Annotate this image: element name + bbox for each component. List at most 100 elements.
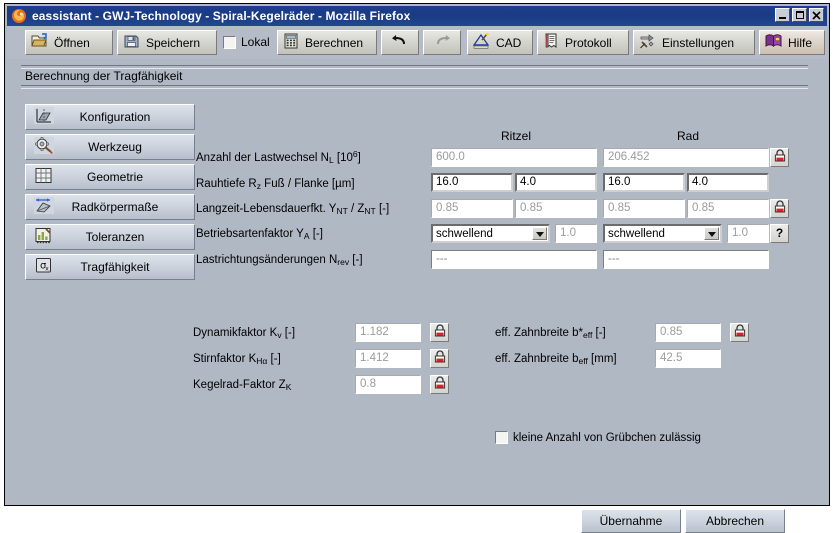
calculator-icon	[283, 33, 299, 52]
field-rauhtiefe-wheel-flanke[interactable]: 4.0	[687, 173, 769, 192]
gear-tool-icon	[34, 137, 54, 157]
sidebar-item-label: Geometrie	[86, 170, 144, 184]
chevron-down-icon[interactable]	[532, 227, 547, 240]
protocol-button-label: Protokoll	[565, 35, 612, 50]
save-button[interactable]: Speichern	[117, 30, 217, 55]
field-dynamikfaktor[interactable]: 1.182	[355, 323, 421, 342]
report-document-icon	[543, 33, 559, 52]
help-info-button[interactable]: ?	[770, 224, 789, 243]
sidebar-item-label: Toleranzen	[85, 230, 145, 244]
pitting-allowed-checkbox[interactable]: kleine Anzahl von Grübchen zulässig	[495, 431, 701, 444]
lock-button-stirnfaktor[interactable]	[430, 349, 449, 368]
maximize-icon	[793, 9, 806, 21]
field-lastwechsel-wheel[interactable]: 206.452	[603, 148, 769, 167]
sidebar-item-werkzeug[interactable]: Werkzeug	[25, 134, 195, 160]
calculate-button[interactable]: Berechnen	[277, 30, 377, 55]
close-button[interactable]	[809, 8, 824, 22]
sidebar-item-geometrie[interactable]: Geometrie	[25, 164, 195, 190]
field-langzeit-pinion-ynt[interactable]: 0.85	[431, 199, 513, 218]
lock-button-kegelrad-faktor[interactable]	[430, 375, 449, 394]
lokal-checkbox-label: Lokal	[241, 35, 270, 49]
lock-button-eff-zahnbreite-star[interactable]	[730, 323, 749, 342]
lock-icon	[774, 148, 786, 167]
field-rauhtiefe-pinion-flanke[interactable]: 4.0	[515, 173, 597, 192]
close-icon	[810, 9, 823, 21]
undo-button[interactable]	[381, 30, 419, 55]
sidebar-item-radkoerpermasse[interactable]: Radkörpermaße	[25, 194, 195, 220]
settings-tools-icon	[639, 33, 656, 52]
label-lastwechsel: Anzahl der Lastwechsel NL [106]	[196, 149, 361, 165]
field-langzeit-wheel-ynt[interactable]: 0.85	[603, 199, 685, 218]
field-langzeit-pinion-znt[interactable]: 0.85	[515, 199, 597, 218]
field-langzeit-wheel-znt[interactable]: 0.85	[687, 199, 769, 218]
field-kegelrad-faktor[interactable]: 0.8	[355, 375, 421, 394]
field-eff-zahnbreite-mm[interactable]: 42.5	[655, 349, 721, 368]
select-betriebsart-pinion[interactable]: schwellend	[431, 224, 550, 243]
column-header-wheel: Rad	[676, 129, 699, 143]
sidebar-item-toleranzen[interactable]: Toleranzen	[25, 224, 195, 250]
select-value: schwellend	[608, 227, 665, 240]
lock-icon	[734, 323, 746, 342]
minimize-button[interactable]	[775, 8, 790, 22]
sidebar-item-label: Konfiguration	[79, 110, 151, 124]
cad-drawing-icon	[472, 32, 490, 52]
label-eff-zahnbreite-star: eff. Zahnbreite b*eff [-]	[495, 327, 606, 340]
protocol-button[interactable]: Protokoll	[537, 30, 629, 55]
checkbox-box	[495, 431, 508, 444]
lokal-checkbox[interactable]: Lokal	[223, 35, 270, 49]
label-stirnfaktor: Stirnfaktor KHα [-]	[193, 353, 281, 366]
field-rauhtiefe-wheel-fuss[interactable]: 16.0	[603, 173, 685, 192]
checkbox-box	[223, 35, 236, 49]
calculate-button-label: Berechnen	[305, 35, 364, 50]
sidebar-item-konfiguration[interactable]: Konfiguration	[25, 104, 195, 130]
sidebar-item-label: Tragfähigkeit	[80, 260, 150, 274]
sidebar-item-tragfaehigkeit[interactable]: σ x Tragfähigkeit	[25, 254, 195, 280]
help-button[interactable]: Hilfe	[759, 30, 825, 55]
label-eff-zahnbreite-mm: eff. Zahnbreite beff [mm]	[495, 353, 617, 366]
help-book-icon	[765, 34, 782, 51]
field-lastrichtung-wheel[interactable]: ---	[603, 250, 769, 269]
field-lastrichtung-pinion[interactable]: ---	[431, 250, 597, 269]
sigma-x-icon: σ x	[34, 257, 54, 277]
lock-button-langzeit[interactable]	[770, 199, 789, 218]
divider-bottom	[21, 85, 808, 89]
field-stirnfaktor[interactable]: 1.412	[355, 349, 421, 368]
chevron-down-icon[interactable]	[704, 227, 719, 240]
settings-button-label: Einstellungen	[662, 35, 735, 50]
title-bar: eassistant - GWJ-Technology - Spiral-Keg…	[7, 6, 827, 26]
cad-button[interactable]: CAD	[467, 30, 533, 55]
redo-button[interactable]	[423, 30, 461, 55]
column-header-pinion: Ritzel	[500, 129, 531, 143]
toolbar: Öffnen Speichern Lokal Berechnen CAD Pro…	[7, 26, 827, 59]
select-betriebsart-wheel[interactable]: schwellend	[603, 224, 722, 243]
settings-button[interactable]: Einstellungen	[633, 30, 755, 55]
save-button-label: Speichern	[146, 35, 201, 50]
open-button[interactable]: Öffnen	[25, 30, 113, 55]
page-title: Berechnung der Tragfähigkeit	[25, 69, 183, 83]
application-window: eassistant - GWJ-Technology - Spiral-Keg…	[4, 3, 830, 533]
lock-button-lastwechsel[interactable]	[770, 148, 789, 167]
redo-arrow-icon	[434, 35, 450, 50]
field-betriebsart-wheel-value[interactable]: 1.0	[727, 224, 769, 243]
open-button-label: Öffnen	[54, 35, 90, 50]
maximize-button[interactable]	[792, 8, 807, 22]
field-eff-zahnbreite-star[interactable]: 0.85	[655, 323, 721, 342]
floppy-disk-icon	[123, 33, 140, 52]
lock-icon	[434, 323, 446, 342]
undo-arrow-icon	[392, 35, 408, 50]
label-kegelrad-faktor: Kegelrad-Faktor ZK	[193, 379, 292, 392]
sidebar: Konfiguration Werkzeug Geometrie Radkörp…	[25, 104, 195, 284]
cad-button-label: CAD	[496, 35, 522, 50]
lock-button-dynamikfaktor[interactable]	[430, 323, 449, 342]
lock-icon	[434, 349, 446, 368]
label-lastrichtungsaenderungen: Lastrichtungsänderungen Nrev [-]	[196, 254, 363, 267]
label-betriebsartenfaktor: Betriebsartenfaktor YA [-]	[196, 228, 323, 241]
field-betriebsart-pinion-value[interactable]: 1.0	[555, 224, 597, 243]
help-button-label: Hilfe	[788, 35, 813, 50]
section-header: Berechnung der Tragfähigkeit	[21, 65, 808, 89]
tolerance-chart-icon	[34, 227, 54, 247]
field-rauhtiefe-pinion-fuss[interactable]: 16.0	[431, 173, 513, 192]
label-rauhtiefe: Rauhtiefe Rz Fuß / Flanke [µm]	[196, 178, 355, 191]
field-lastwechsel-pinion[interactable]: 600.0	[431, 148, 597, 167]
lock-icon	[774, 199, 786, 218]
